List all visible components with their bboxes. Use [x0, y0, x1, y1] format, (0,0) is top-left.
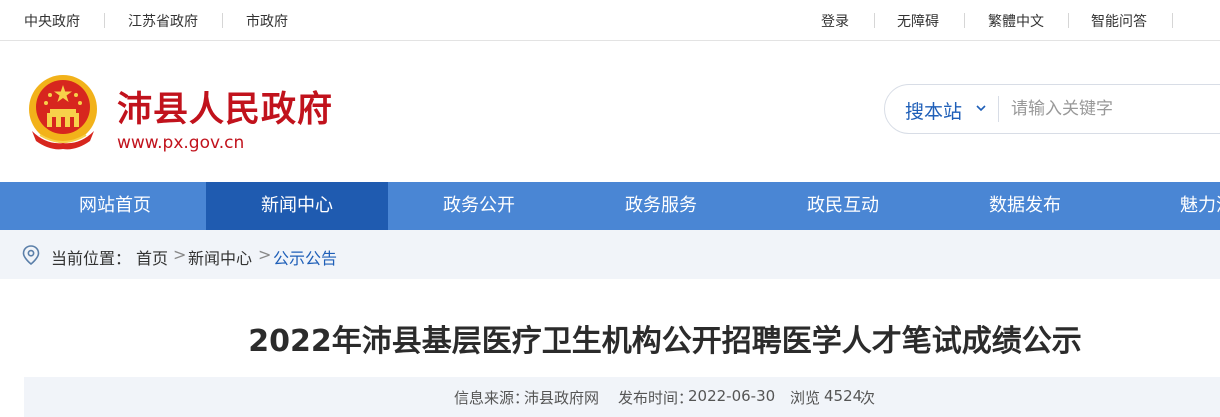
- nav-item-government-affairs[interactable]: 政务公开: [388, 182, 570, 230]
- article-title: 2022年沛县基层医疗卫生机构公开招聘医学人才笔试成绩公示: [248, 324, 1082, 359]
- breadcrumb: 当前位置： 首页 > 新闻中心 > 公示公告: [0, 230, 1220, 279]
- link-central-government[interactable]: 中央政府: [24, 11, 80, 31]
- search-box: 搜本站: [884, 84, 1220, 134]
- divider: [964, 13, 965, 28]
- site-header: 沛县人民政府 www.px.gov.cn 搜本站: [0, 41, 1220, 182]
- divider: [1068, 13, 1069, 28]
- publish-date: 2022-06-30: [688, 387, 776, 405]
- nav-item-public-interaction[interactable]: 政民互动: [752, 182, 934, 230]
- date-label: 发布时间：: [618, 389, 694, 407]
- link-jiangsu-government[interactable]: 江苏省政府: [128, 11, 198, 31]
- breadcrumb-prefix: 当前位置：: [51, 249, 132, 268]
- source-value: 沛县政府网: [524, 389, 600, 407]
- search-input[interactable]: [1011, 94, 1220, 124]
- nav-item-charm-pei[interactable]: 魅力沛: [1116, 182, 1220, 230]
- accessibility-link[interactable]: 无障碍: [897, 11, 939, 31]
- breadcrumb-news-center[interactable]: 新闻中心: [188, 245, 252, 269]
- traditional-chinese-link[interactable]: 繁體中文: [988, 11, 1044, 31]
- divider: [998, 96, 999, 122]
- article-meta: 信息来源： 沛县政府网 发布时间： 2022-06-30 浏览 4524 次: [24, 377, 1220, 417]
- nav-item-data-release[interactable]: 数据发布: [934, 182, 1116, 230]
- national-emblem-icon: [29, 75, 97, 150]
- link-city-government[interactable]: 市政府: [246, 11, 288, 31]
- source-label: 信息来源：: [454, 389, 530, 407]
- breadcrumb-separator: >: [258, 245, 272, 264]
- location-pin-icon: [22, 245, 40, 265]
- breadcrumb-home[interactable]: 首页: [136, 245, 168, 269]
- divider: [1172, 13, 1173, 28]
- site-title[interactable]: 沛县人民政府: [117, 81, 333, 132]
- search-scope-dropdown[interactable]: 搜本站: [905, 97, 962, 124]
- views-label: 浏览: [790, 389, 821, 407]
- login-link[interactable]: 登录: [821, 11, 849, 31]
- divider: [222, 13, 223, 28]
- nav-item-news-center[interactable]: 新闻中心: [206, 182, 388, 230]
- divider: [874, 13, 875, 28]
- breadcrumb-separator: >: [173, 245, 187, 264]
- view-count: 4524: [824, 387, 863, 405]
- nav-item-government-services[interactable]: 政务服务: [570, 182, 752, 230]
- views-unit: 次: [860, 389, 876, 407]
- top-utility-bar: 中央政府 江苏省政府 市政府 登录 无障碍 繁體中文 智能问答: [0, 0, 1220, 41]
- main-nav: 网站首页 新闻中心 政务公开 政务服务 政民互动 数据发布 魅力沛: [0, 182, 1220, 230]
- smart-qa-link[interactable]: 智能问答: [1091, 11, 1147, 31]
- site-url: www.px.gov.cn: [117, 133, 245, 153]
- divider: [104, 13, 105, 28]
- chevron-down-icon[interactable]: [974, 98, 988, 118]
- breadcrumb-current[interactable]: 公示公告: [273, 245, 337, 269]
- nav-item-home[interactable]: 网站首页: [24, 182, 206, 230]
